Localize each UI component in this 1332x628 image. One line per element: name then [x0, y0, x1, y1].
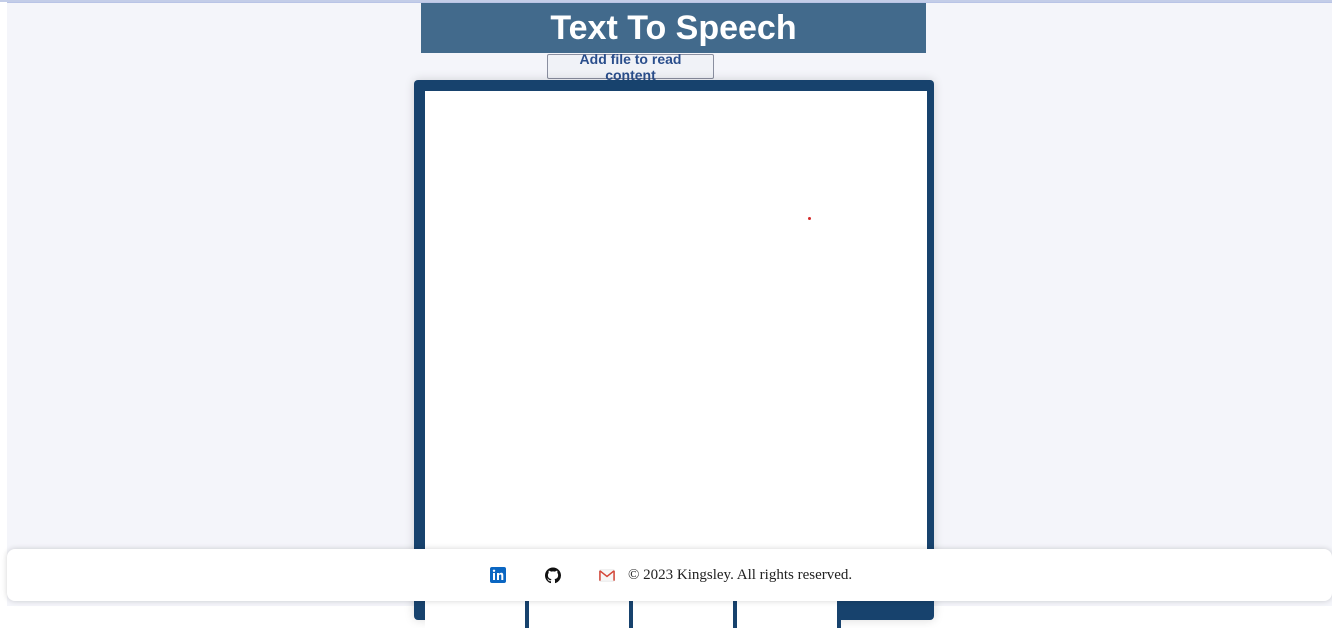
cursor-indicator	[808, 217, 811, 220]
page-title: Text To Speech	[421, 3, 926, 53]
github-icon[interactable]	[545, 567, 561, 583]
control-button-1[interactable]	[425, 598, 529, 628]
reader-frame	[414, 80, 934, 628]
gmail-icon[interactable]	[599, 567, 615, 583]
linkedin-icon[interactable]	[490, 567, 506, 583]
copyright-text: © 2023 Kingsley. All rights reserved.	[628, 566, 853, 583]
footer-content: © 2023 Kingsley. All rights reserved.	[490, 549, 852, 601]
control-button-3[interactable]	[633, 598, 737, 628]
reader-textarea[interactable]	[425, 91, 927, 565]
control-button-4[interactable]	[737, 598, 841, 628]
add-file-button[interactable]: Add file to read content	[547, 51, 714, 83]
footer: © 2023 Kingsley. All rights reserved.	[7, 549, 1332, 601]
control-button-2[interactable]	[529, 598, 633, 628]
playback-controls	[425, 598, 841, 628]
